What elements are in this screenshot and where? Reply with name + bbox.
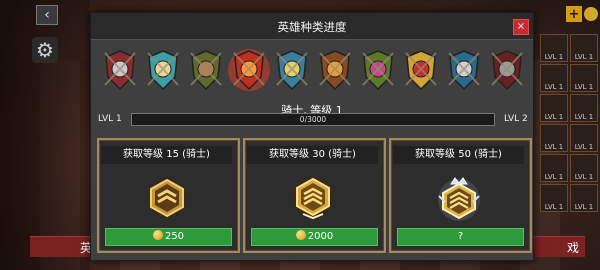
reward-title: 获取等级 30 (骑士) bbox=[247, 146, 378, 164]
next-level-label: LVL 2 bbox=[504, 114, 528, 124]
xp-progress-text: 0/3000 bbox=[299, 115, 327, 124]
hero-card[interactable]: LVL 1 bbox=[570, 94, 598, 122]
hero-class-progress-dialog: 英雄种类进度 × 骑士, 等级 1 LVL 1 0/3000 LVL 2 获取等… bbox=[90, 12, 534, 261]
knight-icon[interactable] bbox=[99, 45, 141, 95]
hero-card[interactable]: LVL 1 bbox=[540, 64, 568, 92]
hero-card[interactable]: LVL 1 bbox=[540, 154, 568, 182]
warlord-icon[interactable] bbox=[486, 45, 528, 95]
hero-card[interactable]: LVL 1 bbox=[540, 184, 568, 212]
hero-card-column: LVL 1 LVL 1 LVL 1 LVL 1 LVL 1 LVL 1 LVL … bbox=[540, 34, 600, 234]
hero-card[interactable]: LVL 1 bbox=[540, 94, 568, 122]
hero-card[interactable]: LVL 1 bbox=[570, 34, 598, 62]
berserker-icon[interactable] bbox=[228, 45, 270, 95]
close-button[interactable]: × bbox=[513, 19, 529, 35]
warden-icon[interactable] bbox=[443, 45, 485, 95]
reward-card: 获取等级 15 (骑士) 250 bbox=[97, 138, 240, 253]
ranger-icon[interactable] bbox=[185, 45, 227, 95]
buy-reward-button[interactable]: 2000 bbox=[251, 228, 378, 246]
crowned-rank-emblem-icon bbox=[438, 177, 480, 221]
hero-card[interactable]: LVL 1 bbox=[540, 124, 568, 152]
dialog-title: 英雄种类进度 bbox=[277, 20, 347, 34]
hero-card[interactable]: LVL 1 bbox=[570, 124, 598, 152]
add-currency-button[interactable]: + bbox=[566, 6, 582, 22]
back-button[interactable]: ‹ bbox=[36, 5, 58, 25]
coin-icon bbox=[584, 7, 598, 21]
banner-right-text: 戏 bbox=[566, 241, 579, 255]
hero-card[interactable]: LVL 1 bbox=[570, 64, 598, 92]
settings-button[interactable]: ⚙ bbox=[32, 37, 58, 63]
paladin-icon[interactable] bbox=[400, 45, 442, 95]
coin-icon bbox=[295, 230, 306, 240]
reward-title: 获取等级 50 (骑士) bbox=[393, 146, 524, 164]
hero-class-selector bbox=[99, 45, 525, 97]
guardian-icon[interactable] bbox=[271, 45, 313, 95]
reward-card: 获取等级 30 (骑士) 2000 bbox=[243, 138, 386, 253]
gold-rank-emblem-icon bbox=[292, 177, 334, 220]
buy-reward-button[interactable]: ? bbox=[397, 228, 524, 246]
bronze-rank-emblem-icon bbox=[147, 178, 187, 218]
chevron-left-icon: ‹ bbox=[44, 7, 50, 23]
hero-card[interactable]: LVL 1 bbox=[540, 34, 568, 62]
xp-progress-bar: 0/3000 bbox=[131, 113, 495, 126]
beast-icon[interactable] bbox=[314, 45, 356, 95]
hero-card[interactable]: LVL 1 bbox=[570, 184, 598, 212]
hero-card[interactable]: LVL 1 bbox=[570, 154, 598, 182]
gear-icon: ⚙ bbox=[36, 38, 54, 62]
reward-title: 获取等级 15 (骑士) bbox=[101, 146, 232, 164]
coin-icon bbox=[152, 230, 163, 240]
alchemist-icon[interactable] bbox=[357, 45, 399, 95]
scholar-icon[interactable] bbox=[142, 45, 184, 95]
dialog-header: 英雄种类进度 × bbox=[91, 13, 533, 40]
reward-card: 获取等级 50 (骑士) ? bbox=[389, 138, 532, 253]
current-level-label: LVL 1 bbox=[98, 114, 122, 124]
buy-reward-button[interactable]: 250 bbox=[105, 228, 232, 246]
